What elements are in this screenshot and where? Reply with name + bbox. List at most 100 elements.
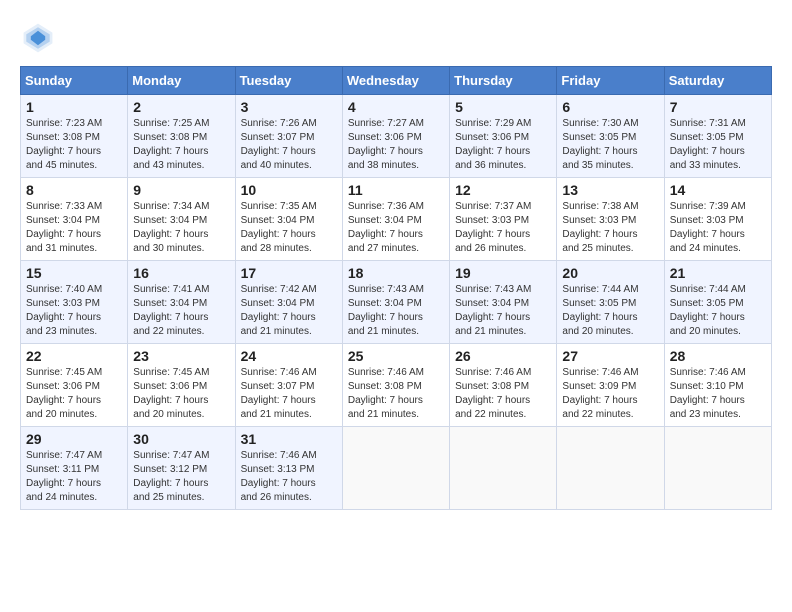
header-tuesday: Tuesday [235,67,342,95]
day-info: Sunrise: 7:43 AM Sunset: 3:04 PM Dayligh… [455,283,551,339]
day-info: Sunrise: 7:29 AM Sunset: 3:06 PM Dayligh… [455,117,551,173]
logo [20,20,60,56]
calendar-cell-5-3: 31 Sunrise: 7:46 AM Sunset: 3:13 PM Dayli… [235,427,342,510]
calendar-cell-5-4 [342,427,449,510]
day-number: 15 [26,265,122,281]
day-info: Sunrise: 7:44 AM Sunset: 3:05 PM Dayligh… [562,283,658,339]
day-number: 29 [26,431,122,447]
calendar-table: SundayMondayTuesdayWednesdayThursdayFrid… [20,66,772,510]
day-number: 28 [670,348,766,364]
day-number: 17 [241,265,337,281]
day-info: Sunrise: 7:23 AM Sunset: 3:08 PM Dayligh… [26,117,122,173]
day-number: 14 [670,182,766,198]
calendar-cell-4-6: 27 Sunrise: 7:46 AM Sunset: 3:09 PM Dayli… [557,344,664,427]
calendar-cell-2-2: 9 Sunrise: 7:34 AM Sunset: 3:04 PM Daylig… [128,178,235,261]
header-friday: Friday [557,67,664,95]
week-row-4: 22 Sunrise: 7:45 AM Sunset: 3:06 PM Dayli… [21,344,772,427]
day-info: Sunrise: 7:37 AM Sunset: 3:03 PM Dayligh… [455,200,551,256]
day-number: 3 [241,99,337,115]
day-info: Sunrise: 7:46 AM Sunset: 3:08 PM Dayligh… [348,366,444,422]
day-number: 10 [241,182,337,198]
day-info: Sunrise: 7:31 AM Sunset: 3:05 PM Dayligh… [670,117,766,173]
calendar-cell-3-1: 15 Sunrise: 7:40 AM Sunset: 3:03 PM Dayli… [21,261,128,344]
calendar-cell-4-3: 24 Sunrise: 7:46 AM Sunset: 3:07 PM Dayli… [235,344,342,427]
calendar-header: SundayMondayTuesdayWednesdayThursdayFrid… [21,67,772,95]
day-info: Sunrise: 7:33 AM Sunset: 3:04 PM Dayligh… [26,200,122,256]
day-info: Sunrise: 7:42 AM Sunset: 3:04 PM Dayligh… [241,283,337,339]
calendar-cell-4-4: 25Sunrise: 7:46 AM Sunset: 3:08 PM Dayli… [342,344,449,427]
week-row-2: 8 Sunrise: 7:33 AM Sunset: 3:04 PM Daylig… [21,178,772,261]
calendar-cell-5-1: 29Sunrise: 7:47 AM Sunset: 3:11 PM Dayli… [21,427,128,510]
day-number: 27 [562,348,658,364]
day-info: Sunrise: 7:35 AM Sunset: 3:04 PM Dayligh… [241,200,337,256]
calendar-cell-2-5: 12 Sunrise: 7:37 AM Sunset: 3:03 PM Dayli… [450,178,557,261]
day-number: 12 [455,182,551,198]
page-header [20,20,772,56]
calendar-cell-1-6: 6Sunrise: 7:30 AM Sunset: 3:05 PM Daylig… [557,95,664,178]
calendar-cell-2-4: 11 Sunrise: 7:36 AM Sunset: 3:04 PM Dayli… [342,178,449,261]
day-number: 26 [455,348,551,364]
day-info: Sunrise: 7:25 AM Sunset: 3:08 PM Dayligh… [133,117,229,173]
calendar-cell-5-5 [450,427,557,510]
day-number: 5 [455,99,551,115]
day-info: Sunrise: 7:26 AM Sunset: 3:07 PM Dayligh… [241,117,337,173]
day-info: Sunrise: 7:39 AM Sunset: 3:03 PM Dayligh… [670,200,766,256]
calendar-cell-1-4: 4 Sunrise: 7:27 AM Sunset: 3:06 PM Daylig… [342,95,449,178]
day-info: Sunrise: 7:34 AM Sunset: 3:04 PM Dayligh… [133,200,229,256]
day-info: Sunrise: 7:36 AM Sunset: 3:04 PM Dayligh… [348,200,444,256]
day-number: 31 [241,431,337,447]
day-info: Sunrise: 7:41 AM Sunset: 3:04 PM Dayligh… [133,283,229,339]
calendar-cell-3-4: 18Sunrise: 7:43 AM Sunset: 3:04 PM Dayli… [342,261,449,344]
day-number: 8 [26,182,122,198]
day-info: Sunrise: 7:46 AM Sunset: 3:09 PM Dayligh… [562,366,658,422]
day-info: Sunrise: 7:27 AM Sunset: 3:06 PM Dayligh… [348,117,444,173]
day-number: 22 [26,348,122,364]
day-number: 11 [348,182,444,198]
day-info: Sunrise: 7:46 AM Sunset: 3:08 PM Dayligh… [455,366,551,422]
calendar-cell-3-7: 21 Sunrise: 7:44 AM Sunset: 3:05 PM Dayli… [664,261,771,344]
day-number: 23 [133,348,229,364]
calendar-cell-1-7: 7 Sunrise: 7:31 AM Sunset: 3:05 PM Daylig… [664,95,771,178]
header-monday: Monday [128,67,235,95]
calendar-cell-3-3: 17 Sunrise: 7:42 AM Sunset: 3:04 PM Dayli… [235,261,342,344]
day-number: 20 [562,265,658,281]
day-info: Sunrise: 7:40 AM Sunset: 3:03 PM Dayligh… [26,283,122,339]
calendar-cell-5-7 [664,427,771,510]
calendar-cell-2-7: 14 Sunrise: 7:39 AM Sunset: 3:03 PM Dayli… [664,178,771,261]
day-number: 4 [348,99,444,115]
calendar-cell-1-2: 2Sunrise: 7:25 AM Sunset: 3:08 PM Daylig… [128,95,235,178]
day-number: 1 [26,99,122,115]
day-number: 19 [455,265,551,281]
day-info: Sunrise: 7:38 AM Sunset: 3:03 PM Dayligh… [562,200,658,256]
calendar-cell-4-2: 23 Sunrise: 7:45 AM Sunset: 3:06 PM Dayli… [128,344,235,427]
calendar-cell-3-6: 20 Sunrise: 7:44 AM Sunset: 3:05 PM Dayli… [557,261,664,344]
calendar-cell-1-1: 1 Sunrise: 7:23 AM Sunset: 3:08 PM Daylig… [21,95,128,178]
day-number: 13 [562,182,658,198]
day-number: 24 [241,348,337,364]
day-number: 6 [562,99,658,115]
calendar-cell-1-5: 5 Sunrise: 7:29 AM Sunset: 3:06 PM Daylig… [450,95,557,178]
day-number: 7 [670,99,766,115]
day-number: 30 [133,431,229,447]
week-row-5: 29Sunrise: 7:47 AM Sunset: 3:11 PM Dayli… [21,427,772,510]
calendar-cell-1-3: 3 Sunrise: 7:26 AM Sunset: 3:07 PM Daylig… [235,95,342,178]
day-number: 9 [133,182,229,198]
day-info: Sunrise: 7:46 AM Sunset: 3:07 PM Dayligh… [241,366,337,422]
day-info: Sunrise: 7:46 AM Sunset: 3:13 PM Dayligh… [241,449,337,505]
day-info: Sunrise: 7:45 AM Sunset: 3:06 PM Dayligh… [26,366,122,422]
day-number: 21 [670,265,766,281]
week-row-3: 15 Sunrise: 7:40 AM Sunset: 3:03 PM Dayli… [21,261,772,344]
day-number: 16 [133,265,229,281]
calendar-cell-3-5: 19 Sunrise: 7:43 AM Sunset: 3:04 PM Dayli… [450,261,557,344]
calendar-cell-4-1: 22 Sunrise: 7:45 AM Sunset: 3:06 PM Dayli… [21,344,128,427]
logo-icon [20,20,56,56]
calendar-cell-2-6: 13 Sunrise: 7:38 AM Sunset: 3:03 PM Dayli… [557,178,664,261]
day-info: Sunrise: 7:45 AM Sunset: 3:06 PM Dayligh… [133,366,229,422]
calendar-cell-4-5: 26 Sunrise: 7:46 AM Sunset: 3:08 PM Dayli… [450,344,557,427]
day-info: Sunrise: 7:44 AM Sunset: 3:05 PM Dayligh… [670,283,766,339]
calendar-cell-3-2: 16 Sunrise: 7:41 AM Sunset: 3:04 PM Dayli… [128,261,235,344]
header-sunday: Sunday [21,67,128,95]
calendar-body: 1 Sunrise: 7:23 AM Sunset: 3:08 PM Daylig… [21,95,772,510]
header-row: SundayMondayTuesdayWednesdayThursdayFrid… [21,67,772,95]
header-saturday: Saturday [664,67,771,95]
